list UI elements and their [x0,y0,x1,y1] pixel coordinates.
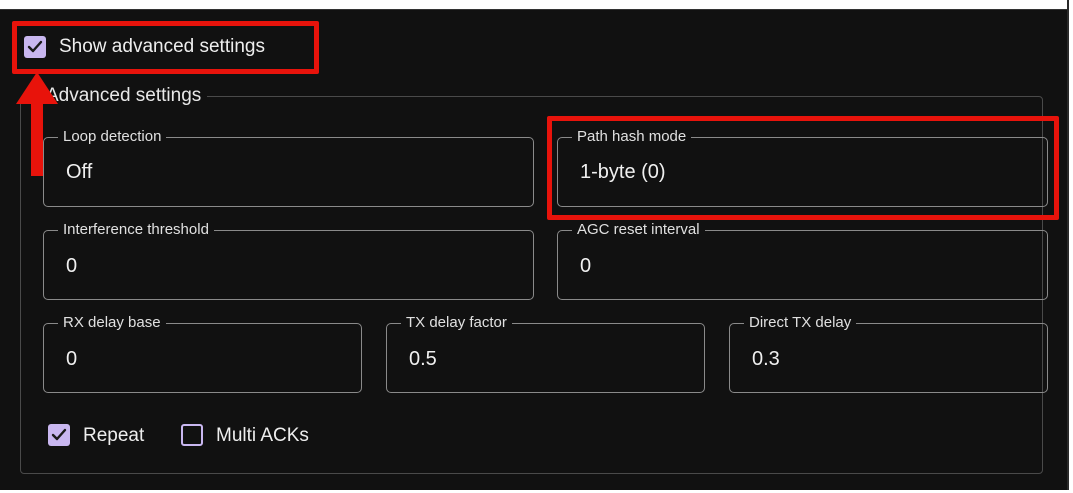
checkmark-icon [51,428,67,441]
tx-delay-factor-value: 0.5 [409,348,437,370]
agc-reset-interval-label: AGC reset interval [572,221,705,238]
highlight-box-path-hash-mode [547,116,1059,220]
highlight-box-show-advanced [12,21,319,74]
rx-delay-base-value: 0 [66,348,78,370]
direct-tx-delay-label: Direct TX delay [744,314,857,331]
direct-tx-delay-value: 0.3 [752,348,780,370]
repeat-label[interactable]: Repeat [83,425,144,447]
interference-threshold-field[interactable]: Interference threshold 0 [43,221,534,300]
repeat-checkbox[interactable] [48,424,70,446]
loop-detection-label: Loop detection [58,128,167,145]
direct-tx-delay-field[interactable]: Direct TX delay 0.3 [729,314,1048,393]
interference-threshold-label: Interference threshold [58,221,214,238]
agc-reset-interval-field[interactable]: AGC reset interval 0 [557,221,1048,300]
loop-detection-field[interactable]: Loop detection Off [43,128,534,207]
multi-acks-label[interactable]: Multi ACKs [216,425,309,447]
rx-delay-base-label: RX delay base [58,314,166,331]
top-edge [0,0,1067,10]
tx-delay-factor-label: TX delay factor [401,314,512,331]
interference-threshold-value: 0 [66,255,78,277]
tx-delay-factor-field[interactable]: TX delay factor 0.5 [386,314,705,393]
rx-delay-base-field[interactable]: RX delay base 0 [43,314,362,393]
advanced-settings-legend: Advanced settings [44,85,208,107]
loop-detection-value: Off [66,161,93,183]
multi-acks-checkbox[interactable] [181,424,203,446]
agc-reset-interval-value: 0 [580,255,592,277]
arrow-up-icon [16,72,58,176]
